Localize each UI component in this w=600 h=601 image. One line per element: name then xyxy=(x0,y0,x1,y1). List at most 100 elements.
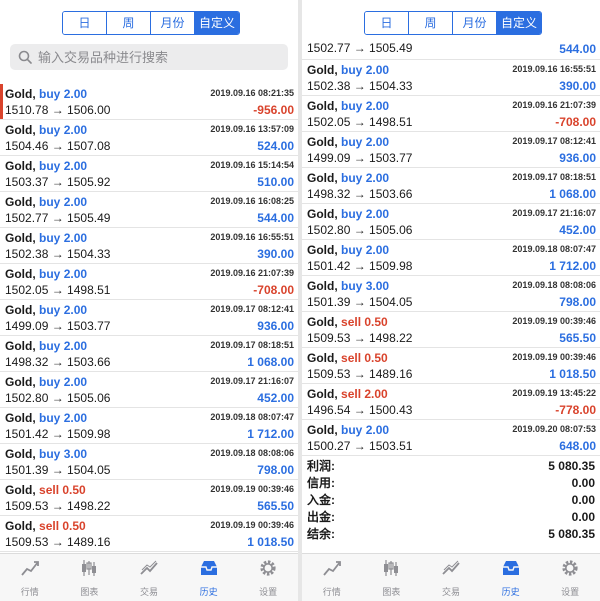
search-input[interactable] xyxy=(38,49,278,65)
side-label: buy xyxy=(39,195,61,209)
search-bar[interactable] xyxy=(10,44,288,70)
segment-week[interactable]: 周 xyxy=(409,12,453,34)
trade-time: 2019.09.17 21:16:07 xyxy=(512,208,596,218)
profit-value: 565.50 xyxy=(559,331,596,345)
segment-week[interactable]: 周 xyxy=(107,12,151,34)
tab-chart[interactable]: 图表 xyxy=(60,554,120,601)
list-item[interactable]: 1502.77 → 1505.49 544.00 xyxy=(302,40,600,60)
price-range: 1498.32 → 1503.66 xyxy=(5,355,111,369)
trade-title: Gold, sell 0.50 xyxy=(307,315,388,329)
side-label: buy xyxy=(341,423,363,437)
list-item[interactable]: Gold, sell 0.50 2019.09.19 00:39:46 1509.5… xyxy=(0,516,298,552)
price-range: 1503.37 → 1505.92 xyxy=(5,175,111,189)
tab-quotes[interactable]: 行情 xyxy=(302,554,362,601)
trade-time: 2019.09.16 15:14:54 xyxy=(210,160,294,170)
profit-value: 510.00 xyxy=(257,175,294,189)
trade-icon xyxy=(139,558,159,583)
segment-day[interactable]: 日 xyxy=(63,12,107,34)
trade-title: Gold, buy 2.00 xyxy=(5,231,87,245)
trade-title: Gold, sell 0.50 xyxy=(307,351,388,365)
side-label: buy xyxy=(341,207,363,221)
side-label: buy xyxy=(341,279,363,293)
list-item[interactable]: Gold, buy 3.00 2019.09.18 08:08:06 1501.39… xyxy=(302,276,600,312)
list-item[interactable]: Gold, buy 2.00 2019.09.16 21:07:39 1502.05… xyxy=(0,264,298,300)
price-range: 1509.53 → 1498.22 xyxy=(307,331,413,345)
side-label: buy xyxy=(39,231,61,245)
price-range: 1501.42 → 1509.98 xyxy=(5,427,111,441)
list-item[interactable]: Gold, buy 2.00 2019.09.16 21:07:39 1502.05… xyxy=(302,96,600,132)
trade-title: Gold, buy 2.00 xyxy=(307,99,389,113)
list-item[interactable]: Gold, buy 2.00 2019.09.16 13:57:09 1504.46… xyxy=(0,120,298,156)
left-screen: 日 周 月份 自定义 Gold, buy 2.00 2019.09.16 08:2… xyxy=(0,0,298,601)
list-item[interactable]: Gold, sell 0.50 2019.09.19 00:39:46 1509.5… xyxy=(302,312,600,348)
symbol-label: Gold, xyxy=(307,315,338,329)
list-item[interactable]: Gold, sell 0.50 2019.09.19 00:39:46 1509.5… xyxy=(302,348,600,384)
chart-icon xyxy=(381,558,401,583)
segment-day[interactable]: 日 xyxy=(365,12,409,34)
trade-time: 2019.09.20 08:07:53 xyxy=(512,424,596,434)
lots-label: 2.00 xyxy=(63,195,88,209)
price-range: 1502.38 → 1504.33 xyxy=(307,79,413,93)
tab-quotes[interactable]: 行情 xyxy=(0,554,60,601)
trade-time: 2019.09.19 00:39:46 xyxy=(512,316,596,326)
lots-label: 2.00 xyxy=(364,387,388,401)
side-label: buy xyxy=(39,411,61,425)
price-range: 1499.09 → 1503.77 xyxy=(307,151,413,165)
summary-row: 出金: 0.00 xyxy=(302,509,600,526)
tab-label: 历史 xyxy=(199,586,218,597)
period-segmented-control: 日 周 月份 自定义 xyxy=(62,11,240,35)
trade-title: Gold, buy 2.00 xyxy=(5,267,87,281)
list-item[interactable]: Gold, buy 2.00 2019.09.16 16:55:51 1502.38… xyxy=(0,228,298,264)
list-item[interactable]: Gold, sell 2.00 2019.09.19 13:45:22 1496.5… xyxy=(302,384,600,420)
list-item[interactable]: Gold, buy 2.00 2019.09.17 08:12:41 1499.09… xyxy=(302,132,600,168)
list-item[interactable]: Gold, buy 2.00 2019.09.17 08:18:51 1498.32… xyxy=(0,336,298,372)
price-range: 1496.54 → 1500.43 xyxy=(307,403,413,417)
tab-settings[interactable]: 设置 xyxy=(540,554,600,601)
lots-label: 2.00 xyxy=(63,267,88,281)
list-item[interactable]: Gold, buy 2.00 2019.09.17 21:16:07 1502.80… xyxy=(302,204,600,240)
segment-custom[interactable]: 自定义 xyxy=(195,12,239,34)
price-range: 1502.77 → 1505.49 xyxy=(5,211,111,225)
tab-trade[interactable]: 交易 xyxy=(421,554,481,601)
trade-time: 2019.09.16 16:55:51 xyxy=(210,232,294,242)
tab-label: 行情 xyxy=(322,586,341,597)
list-item[interactable]: Gold, buy 2.00 2019.09.17 08:18:51 1498.32… xyxy=(302,168,600,204)
price-range: 1509.53 → 1498.22 xyxy=(5,499,111,513)
list-item[interactable]: Gold, buy 2.00 2019.09.16 16:08:25 1502.77… xyxy=(0,192,298,228)
tab-label: 图表 xyxy=(382,586,401,597)
list-item[interactable]: Gold, buy 2.00 2019.09.17 21:16:07 1502.80… xyxy=(0,372,298,408)
tab-label: 交易 xyxy=(139,586,158,597)
list-item[interactable]: Gold, buy 2.00 2019.09.16 08:21:35 1510.78… xyxy=(0,84,298,120)
profit-value: -778.00 xyxy=(555,403,596,417)
profit-value: 565.50 xyxy=(257,499,294,513)
tab-history[interactable]: 历史 xyxy=(481,554,541,601)
tab-settings[interactable]: 设置 xyxy=(238,554,298,601)
symbol-label: Gold, xyxy=(307,63,338,77)
summary-value: 5 080.35 xyxy=(548,459,595,473)
price-range: 1502.80 → 1505.06 xyxy=(307,223,413,237)
list-item[interactable]: Gold, buy 2.00 2019.09.17 08:12:41 1499.09… xyxy=(0,300,298,336)
list-item[interactable]: Gold, buy 2.00 2019.09.18 08:07:47 1501.42… xyxy=(302,240,600,276)
tab-chart[interactable]: 图表 xyxy=(362,554,422,601)
list-item[interactable]: Gold, buy 3.00 2019.09.18 08:08:06 1501.39… xyxy=(0,444,298,480)
lots-label: 0.50 xyxy=(364,315,388,329)
profit-value: 1 018.50 xyxy=(549,367,596,381)
history-list: Gold, buy 2.00 2019.09.16 08:21:35 1510.78… xyxy=(0,84,298,552)
tab-history[interactable]: 历史 xyxy=(179,554,239,601)
lots-label: 2.00 xyxy=(63,87,88,101)
search-icon xyxy=(18,50,32,64)
lots-label: 2.00 xyxy=(63,375,88,389)
list-item[interactable]: Gold, buy 2.00 2019.09.16 16:55:51 1502.38… xyxy=(302,60,600,96)
trade-time: 2019.09.19 00:39:46 xyxy=(210,520,294,530)
tab-trade[interactable]: 交易 xyxy=(119,554,179,601)
trade-time: 2019.09.17 08:18:51 xyxy=(512,172,596,182)
list-item[interactable]: Gold, buy 2.00 2019.09.16 15:14:54 1503.37… xyxy=(0,156,298,192)
segment-month[interactable]: 月份 xyxy=(453,12,497,34)
price-range: 1501.39 → 1504.05 xyxy=(5,463,111,477)
list-item[interactable]: Gold, sell 0.50 2019.09.19 00:39:46 1509.5… xyxy=(0,480,298,516)
segment-custom[interactable]: 自定义 xyxy=(497,12,541,34)
list-item[interactable]: Gold, buy 2.00 2019.09.20 08:07:53 1500.27… xyxy=(302,420,600,456)
segment-month[interactable]: 月份 xyxy=(151,12,195,34)
list-item[interactable]: Gold, buy 2.00 2019.09.18 08:07:47 1501.42… xyxy=(0,408,298,444)
symbol-label: Gold, xyxy=(307,135,338,149)
